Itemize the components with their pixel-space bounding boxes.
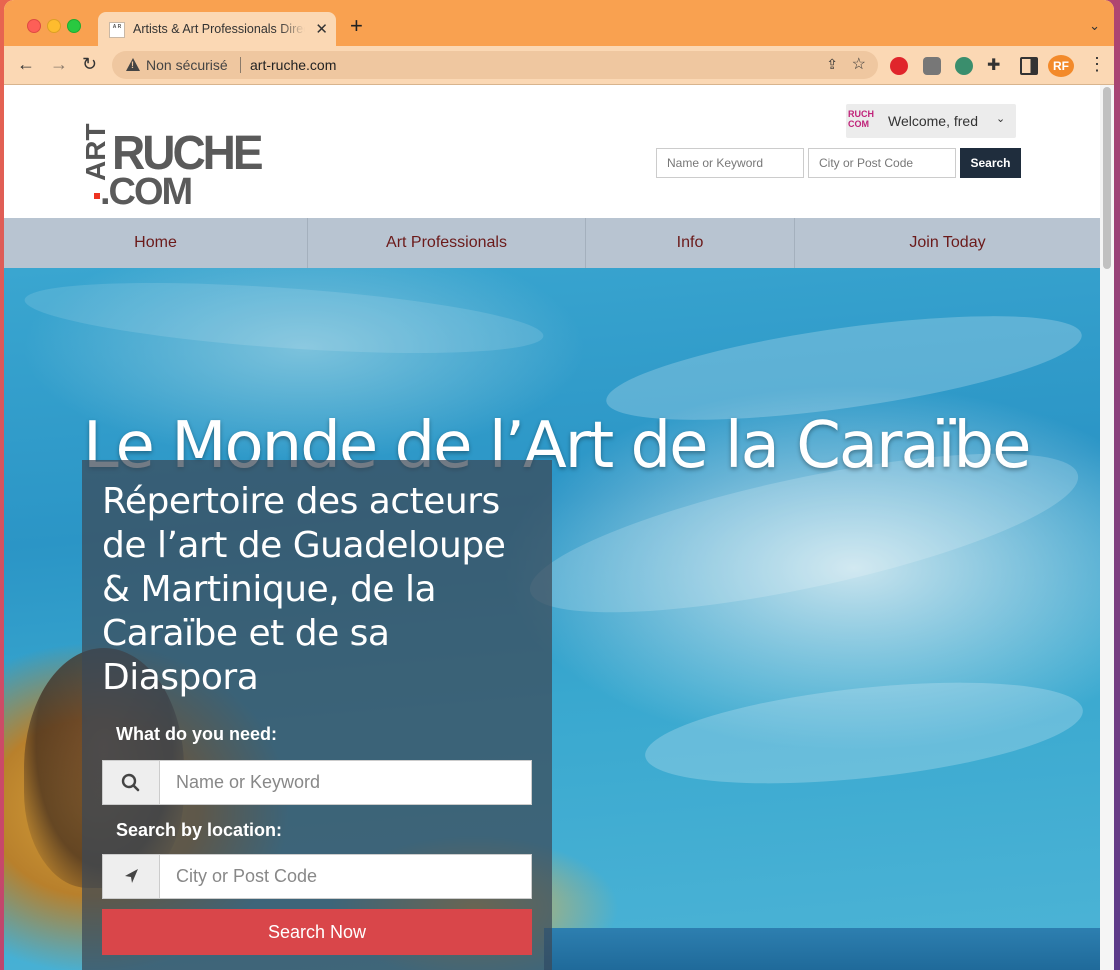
main-nav: Home Art Professionals Info Join Today [4, 218, 1100, 268]
profile-avatar[interactable]: RF [1048, 55, 1074, 77]
web-page: ART RUCHE .COM RUCH COM Welcome, fred ⌄ … [4, 85, 1100, 970]
maximize-window-button[interactable] [67, 19, 81, 33]
tab-title: Artists & Art Professionals Directory [133, 22, 305, 36]
reload-icon[interactable]: ↻ [82, 54, 97, 74]
chevron-down-icon[interactable]: ⌄ [996, 112, 1005, 125]
site-favicon-icon: A R [109, 22, 125, 38]
address-divider [240, 57, 241, 73]
header-search-button[interactable]: Search [960, 148, 1021, 178]
user-menu[interactable]: RUCH COM Welcome, fred ⌄ [846, 104, 1016, 138]
close-window-button[interactable] [27, 19, 41, 33]
city-input[interactable] [160, 855, 530, 898]
keyword-input[interactable] [160, 761, 530, 804]
side-panel-icon[interactable] [1020, 57, 1038, 75]
nav-item-join-today[interactable]: Join Today [795, 218, 1100, 268]
location-label: Search by location: [116, 820, 283, 840]
warning-icon[interactable] [126, 58, 140, 71]
security-label[interactable]: Non sécurisé [146, 57, 228, 73]
search-now-button[interactable]: Search Now [102, 909, 532, 955]
new-tab-button[interactable]: + [350, 15, 363, 37]
logo-com-text: .COM [100, 171, 193, 213]
forward-arrow-icon[interactable]: → [50, 54, 68, 74]
url-text[interactable]: art-ruche.com [250, 57, 336, 73]
star-icon[interactable]: ☆ [852, 54, 866, 74]
location-arrow-icon [103, 855, 160, 898]
header-keyword-input[interactable] [656, 148, 804, 178]
globe-extension-icon[interactable] [955, 57, 973, 75]
hero-painting-stroke [22, 269, 546, 367]
tab-search-chevron-icon[interactable]: ⌄ [1089, 18, 1100, 34]
tab-close-icon[interactable]: ✕ [315, 20, 328, 38]
hero-banner: Le Monde de l’Art de la Caraïbe Répertoi… [4, 268, 1100, 970]
share-icon[interactable]: ⇪ [826, 56, 838, 73]
location-field[interactable] [102, 854, 532, 899]
header-city-input[interactable] [808, 148, 956, 178]
site-logo[interactable]: ART RUCHE .COM [80, 103, 264, 213]
tab-strip: A R Artists & Art Professionals Director… [4, 0, 1114, 46]
pdf-extension-icon[interactable] [923, 57, 941, 75]
need-label: What do you need: [116, 724, 277, 744]
minimize-window-button[interactable] [47, 19, 61, 33]
page-scrollbar[interactable] [1100, 85, 1114, 970]
hero-painting-sea [544, 928, 1100, 970]
menu-dots-icon[interactable]: ⋮ [1088, 54, 1106, 74]
welcome-text[interactable]: Welcome, fred [888, 113, 978, 129]
extensions-icon[interactable]: ✚ [987, 55, 1005, 74]
nav-item-info[interactable]: Info [586, 218, 795, 268]
search-panel: Répertoire des acteurs de l’art de Guade… [82, 460, 552, 970]
scrollbar-thumb[interactable] [1103, 87, 1111, 269]
browser-toolbar: ← → ↻ Non sécurisé art-ruche.com ⇪ ☆ ✚ R… [4, 46, 1114, 85]
panel-heading: Répertoire des acteurs de l’art de Guade… [102, 481, 506, 698]
keyword-field[interactable] [102, 760, 532, 805]
nav-item-art-professionals[interactable]: Art Professionals [308, 218, 586, 268]
browser-window: A R Artists & Art Professionals Director… [4, 0, 1114, 970]
browser-tab[interactable]: A R Artists & Art Professionals Director… [98, 12, 336, 46]
adblock-extension-icon[interactable] [890, 57, 908, 75]
site-header: ART RUCHE .COM RUCH COM Welcome, fred ⌄ … [4, 85, 1100, 218]
nav-item-home[interactable]: Home [4, 218, 308, 268]
search-icon [103, 761, 160, 804]
back-arrow-icon[interactable]: ← [17, 54, 35, 74]
user-avatar: RUCH COM [848, 109, 874, 129]
hero-painting-stroke [640, 665, 1088, 801]
address-bar[interactable]: Non sécurisé art-ruche.com ⇪ ☆ [112, 51, 878, 79]
